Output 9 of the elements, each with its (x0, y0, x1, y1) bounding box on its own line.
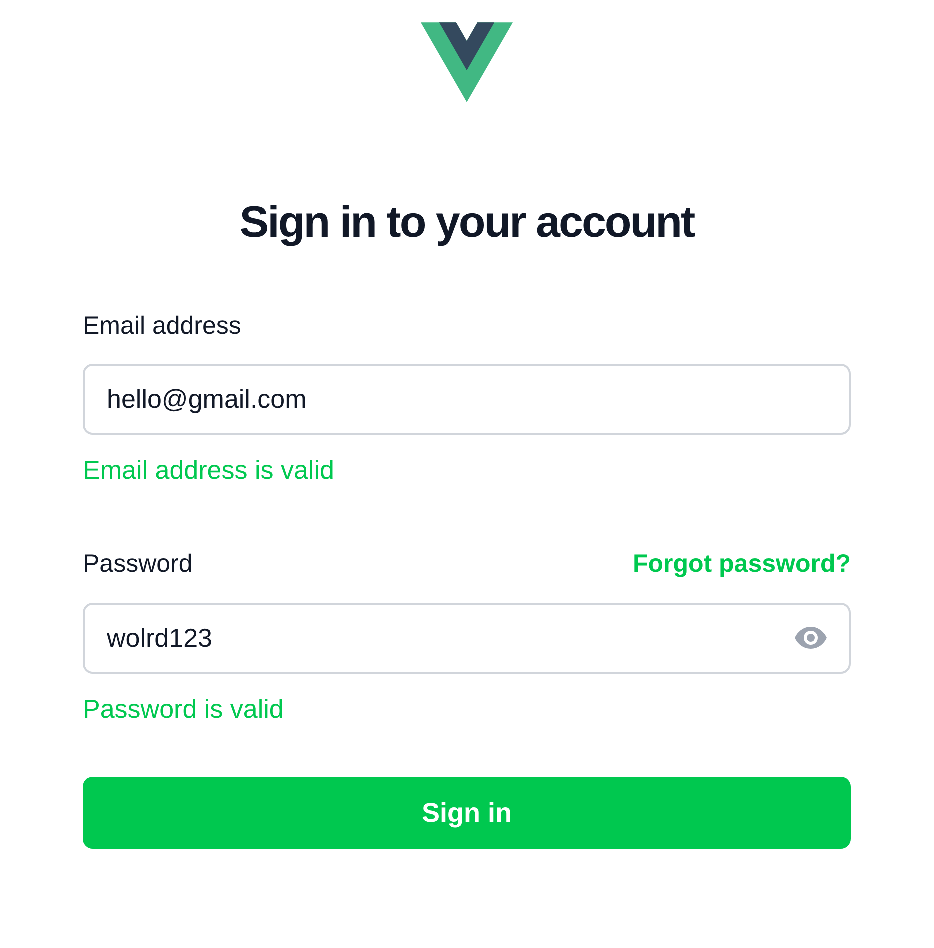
password-field[interactable]: wolrd123 (83, 602, 851, 674)
field-label: Email address (83, 310, 242, 342)
validation-message: Email address is valid (83, 455, 336, 486)
eye-icon[interactable] (795, 626, 827, 649)
field-label: Password (83, 549, 193, 580)
logo-icon (421, 22, 513, 103)
validation-message: Password is valid (83, 694, 285, 726)
page-heading: Sign in to your account (238, 197, 696, 249)
email-field[interactable]: hello@gmail.com (83, 364, 851, 436)
